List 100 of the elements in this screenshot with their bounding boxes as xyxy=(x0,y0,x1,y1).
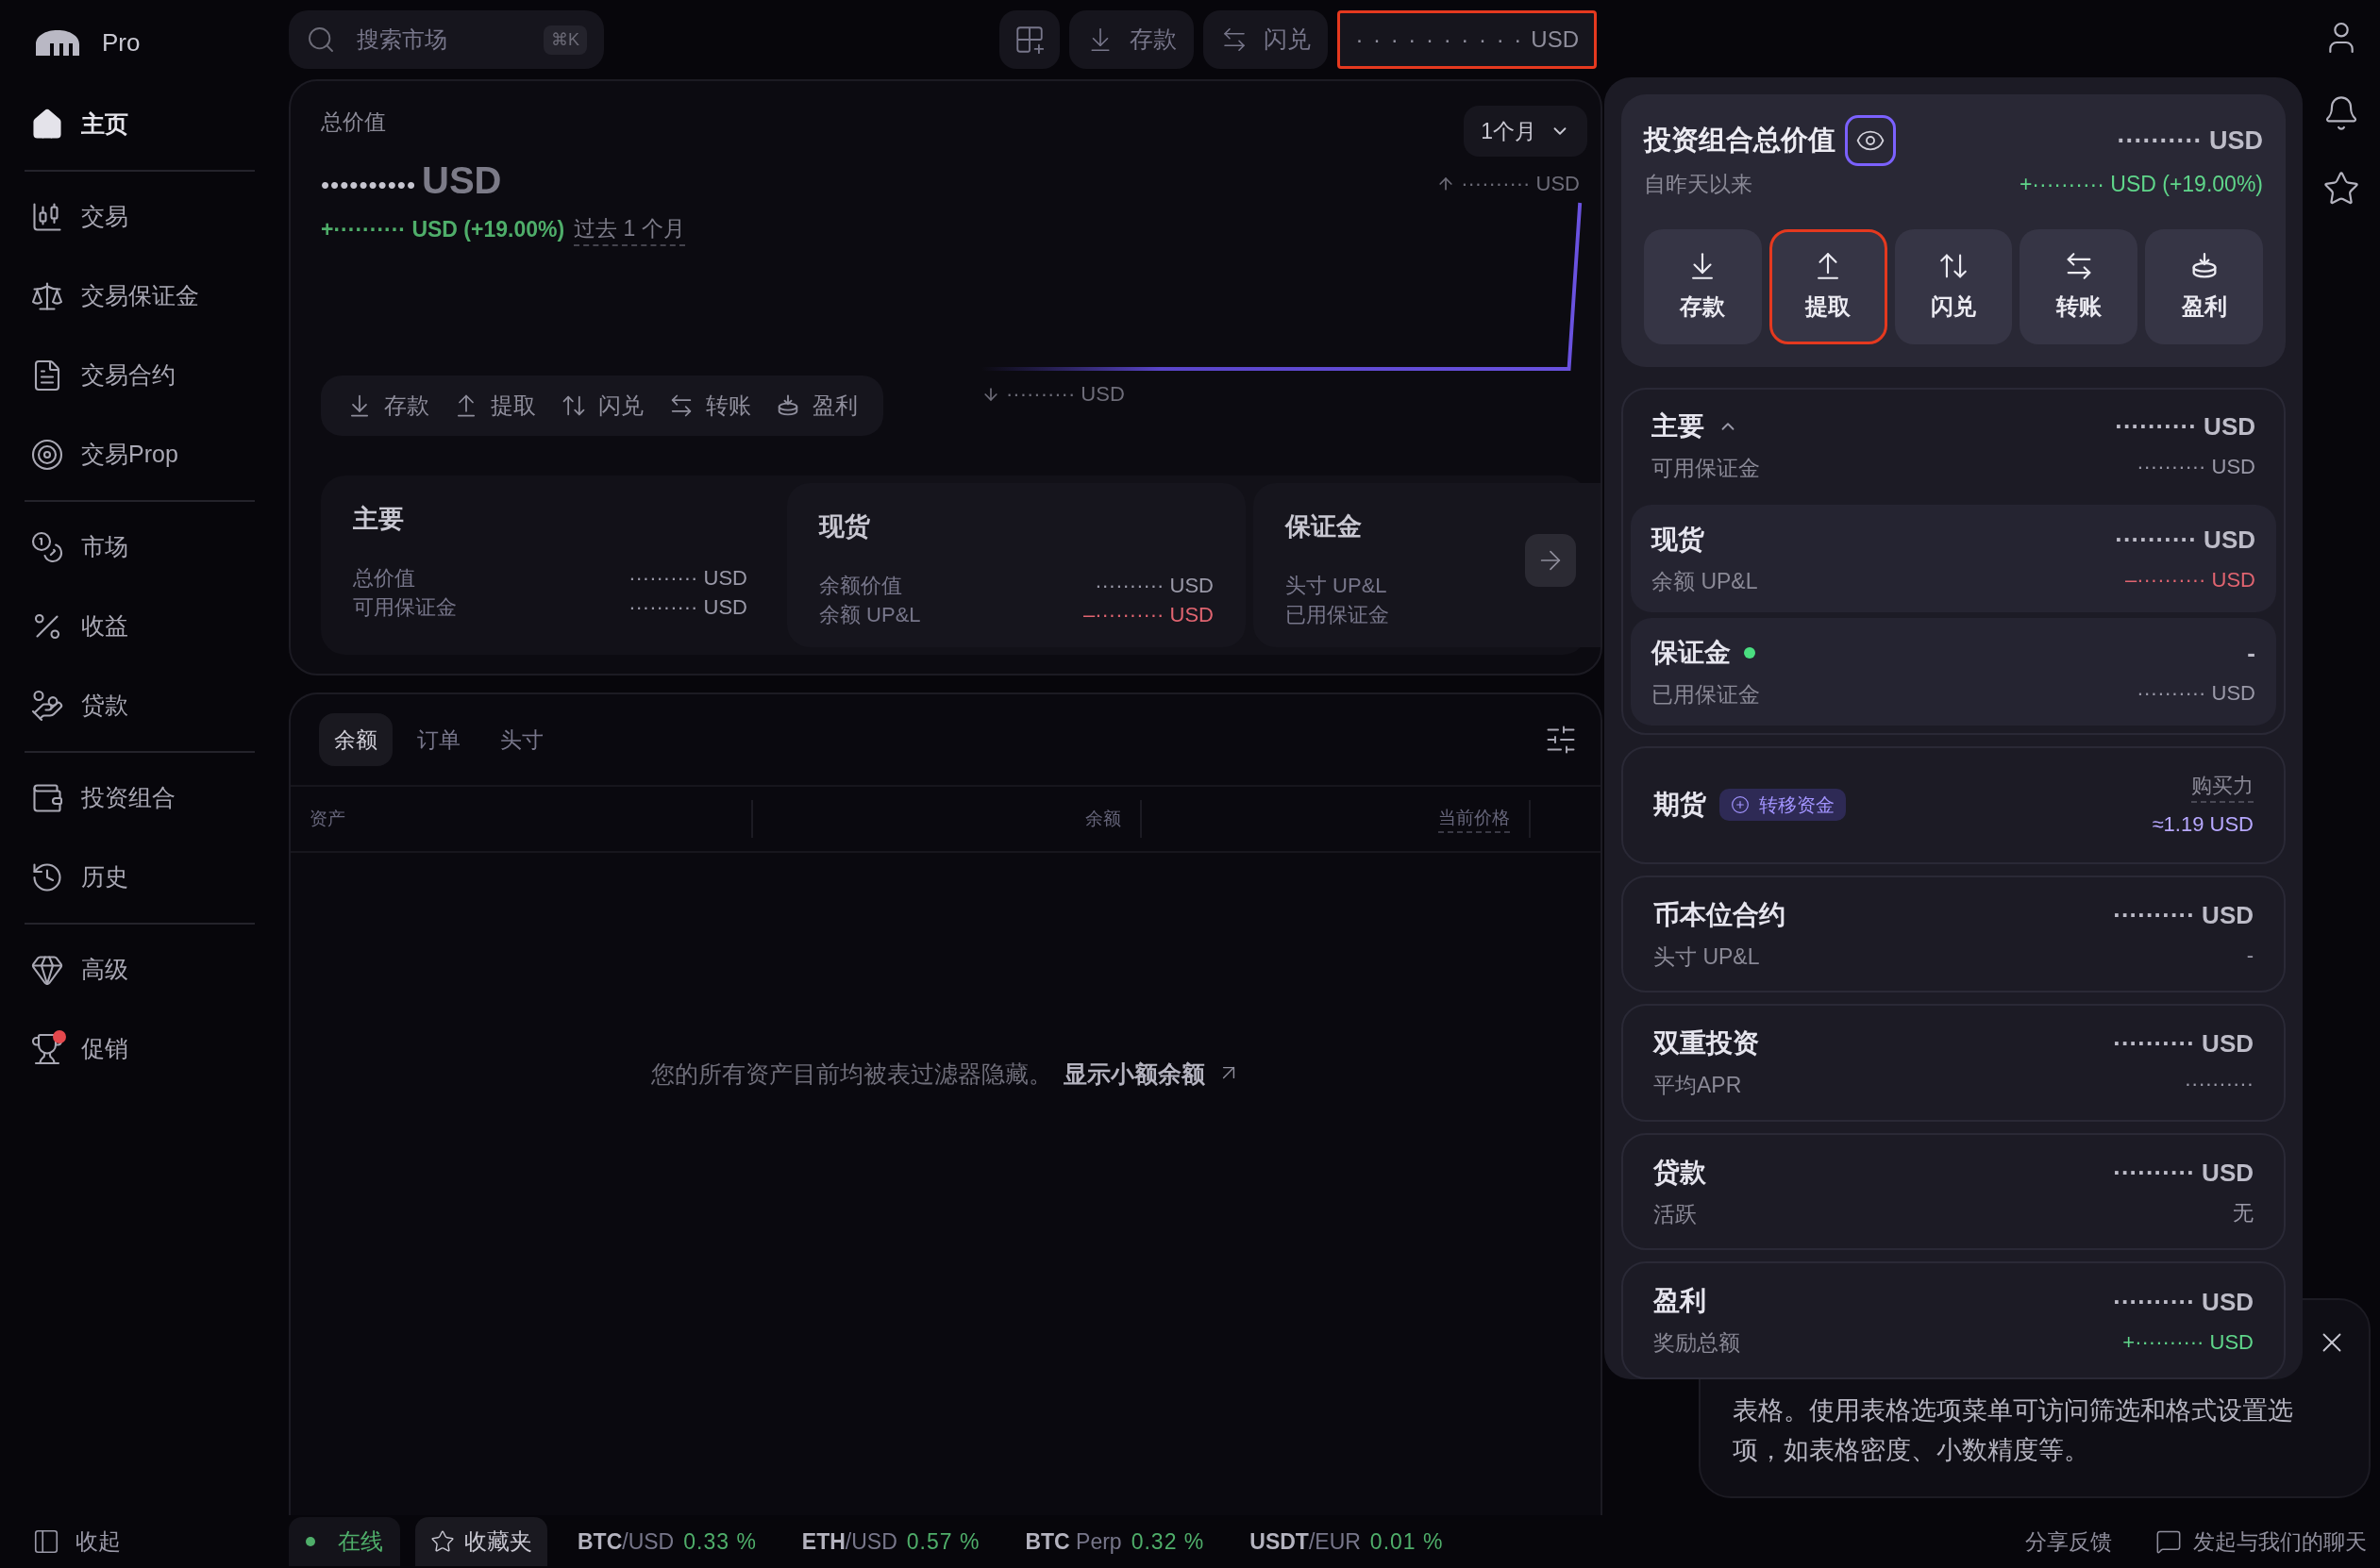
portfolio-title: 投资组合总价值 xyxy=(1644,124,1835,158)
ticker-pair[interactable]: BTC/USD xyxy=(578,1525,675,1559)
account-card[interactable]: 币本位合约 头寸 UP&L ·········· USD - xyxy=(1621,875,2286,993)
sidebar-item[interactable]: 交易合约 xyxy=(25,336,255,415)
account-row-label: 总价值 xyxy=(353,564,415,592)
account-row-label: 已用保证金 xyxy=(1285,601,1389,628)
account-title: 现货 xyxy=(819,511,871,542)
sidebar-item[interactable]: 主页 xyxy=(25,85,255,164)
favorites-button[interactable]: 收藏夹 xyxy=(415,1517,547,1566)
value-change: +·········· USD (+19.00%) xyxy=(321,215,565,243)
plus-circle-icon xyxy=(1731,795,1750,815)
balance-button[interactable]: · · · · · · · · · · USD xyxy=(1337,10,1597,69)
ticker-pair[interactable]: ETH/USD xyxy=(801,1525,897,1559)
account-value: ·········· USD xyxy=(2113,1286,2254,1318)
transfer-funds-badge[interactable]: 转移资金 xyxy=(1719,789,1846,822)
logo-text: Pro xyxy=(102,26,141,58)
chat-icon xyxy=(2155,1528,2182,1555)
portfolio-action[interactable]: 转账 xyxy=(2020,228,2138,344)
account-title: 期货 xyxy=(1653,789,1706,822)
sidebar-item[interactable]: 历史 xyxy=(25,838,255,917)
account-row-label: 可用保证金 xyxy=(353,593,457,621)
account-row-label: 余额价值 xyxy=(819,572,902,599)
account-subtitle: 头寸 UP&L xyxy=(1653,942,1761,971)
account-subtitle: 余额 UP&L xyxy=(1651,567,1758,595)
ticker-change: 0.01 % xyxy=(1369,1527,1444,1556)
ticker-pair[interactable]: USDT/EUR xyxy=(1249,1525,1361,1559)
range-dropdown[interactable]: 1个月 xyxy=(1464,106,1587,157)
account-card[interactable]: 双重投资 平均APR ·········· USD ·········· xyxy=(1621,1004,2286,1122)
grid-plus-icon xyxy=(1014,24,1047,56)
table-tab[interactable]: 订单 xyxy=(402,713,476,766)
account-card[interactable]: 贷款 活跃 ·········· USD 无 xyxy=(1621,1132,2286,1251)
table-tab[interactable]: 余额 xyxy=(319,713,393,766)
search-input[interactable]: 搜索市场 xyxy=(357,23,523,57)
account-value: ·········· USD xyxy=(2113,1158,2254,1190)
target-icon xyxy=(30,438,64,472)
ticker-change: 0.33 % xyxy=(683,1527,757,1556)
collapse-link[interactable]: 收起 xyxy=(75,1525,121,1559)
chat-link[interactable]: 发起与我们的聊天 xyxy=(2193,1525,2367,1559)
sidebar-item[interactable]: 贷款 xyxy=(25,666,255,745)
account-card[interactable]: 期货 转移资金 购买力 ≈1.19 USD xyxy=(1621,746,2286,864)
account-title: 双重投资 xyxy=(1653,1027,1759,1060)
empty-message: 您的所有资产目前均被表过滤器隐藏。 xyxy=(650,1059,1052,1089)
top-action-button[interactable]: 存款 xyxy=(1069,10,1195,69)
sidebar-item[interactable]: 高级 xyxy=(25,930,255,1009)
account-title: 主要 xyxy=(1651,409,1704,442)
add-widget-button[interactable] xyxy=(999,10,1061,69)
chart-low-label: ·········· USD xyxy=(1006,381,1125,408)
chart-high-label: ·········· USD xyxy=(1461,171,1580,197)
buying-power-label: 购买力 xyxy=(2191,770,2254,804)
portfolio-action[interactable]: 盈利 xyxy=(2145,228,2263,344)
search-icon xyxy=(306,25,336,55)
sub-account-card[interactable]: 保证金 已用保证金 - ·········· USD xyxy=(1631,618,2276,726)
next-button[interactable] xyxy=(1525,534,1576,587)
top-action-button[interactable]: 闪兑 xyxy=(1203,10,1329,69)
feedback-link[interactable]: 分享反馈 xyxy=(2025,1525,2112,1559)
sidebar-item[interactable]: 投资组合 xyxy=(25,759,255,838)
portfolio-action[interactable]: 存款 xyxy=(1644,228,1762,344)
home-icon xyxy=(30,108,64,142)
portfolio-action[interactable]: 提取 xyxy=(1768,228,1887,344)
account-subvalue: - xyxy=(2246,942,2254,969)
ticker-change: 0.57 % xyxy=(906,1527,980,1556)
sidebar-item[interactable]: 交易Prop xyxy=(25,415,255,494)
quick-action[interactable]: 闪兑 xyxy=(561,389,644,423)
account-subvalue: –·········· USD xyxy=(2124,567,2255,593)
account-subtitle: 已用保证金 xyxy=(1651,680,1760,709)
quick-action[interactable]: 转账 xyxy=(667,389,751,423)
portfolio-change: +·········· USD (+19.00%) xyxy=(2019,171,2263,198)
account-subtitle: 可用保证金 xyxy=(1651,454,1760,482)
period-label[interactable]: 过去 1 个月 xyxy=(574,211,685,246)
quick-action[interactable]: 存款 xyxy=(345,389,429,423)
total-value-label: 总价值 xyxy=(321,108,387,136)
sidebar-item[interactable]: 收益 xyxy=(25,587,255,666)
account-value: - xyxy=(2247,638,2255,669)
portfolio-value: ·········· USD xyxy=(2117,125,2263,157)
collapse-icon xyxy=(32,1527,60,1556)
account-title: 保证金 xyxy=(1651,636,1731,669)
account-title: 保证金 xyxy=(1285,511,1363,542)
account-value: ·········· USD xyxy=(2115,525,2255,556)
account-subtitle: 平均APR xyxy=(1653,1072,1743,1100)
coins-icon xyxy=(30,530,64,564)
account-card[interactable]: 盈利 奖励总额 ·········· USD +·········· USD xyxy=(1621,1261,2286,1379)
quick-action[interactable]: 盈利 xyxy=(775,389,859,423)
account-subvalue: +·········· USD xyxy=(2122,1328,2254,1356)
sidebar-item[interactable]: 交易保证金 xyxy=(25,257,255,336)
wallet-icon xyxy=(30,781,64,815)
sub-account-card[interactable]: 现货 余额 UP&L ·········· USD –·········· USD xyxy=(1631,505,2276,612)
quick-action[interactable]: 提取 xyxy=(453,389,537,423)
account-card[interactable]: 主要 可用保证金 ·········· USD ·········· USD 现货 余额 UP&L ·········· USD –·········· USD 保证金 已用保证金 - ·········· USD xyxy=(1621,387,2286,735)
account-row-value: –·········· USD xyxy=(1082,601,1214,628)
account-value: ·········· USD xyxy=(2115,410,2255,442)
sidebar-item[interactable]: 市场 xyxy=(25,508,255,587)
show-small-balances-link[interactable]: 显示小额余额 xyxy=(1063,1057,1205,1093)
online-status: 在线 xyxy=(289,1517,400,1566)
ticker-pair[interactable]: BTC Perp xyxy=(1025,1525,1122,1559)
sidebar-item[interactable]: 交易 xyxy=(25,177,255,257)
table-tab[interactable]: 头寸 xyxy=(485,713,559,766)
sidebar-item[interactable]: 促销 xyxy=(25,1009,255,1089)
visibility-toggle[interactable] xyxy=(1845,115,1896,166)
portfolio-action[interactable]: 闪兑 xyxy=(1894,228,2013,344)
tooltip-text: 表格。使用表格选项菜单可访问筛选和格式设置选项，如表格密度、小数精度等。 xyxy=(1733,1395,2293,1466)
